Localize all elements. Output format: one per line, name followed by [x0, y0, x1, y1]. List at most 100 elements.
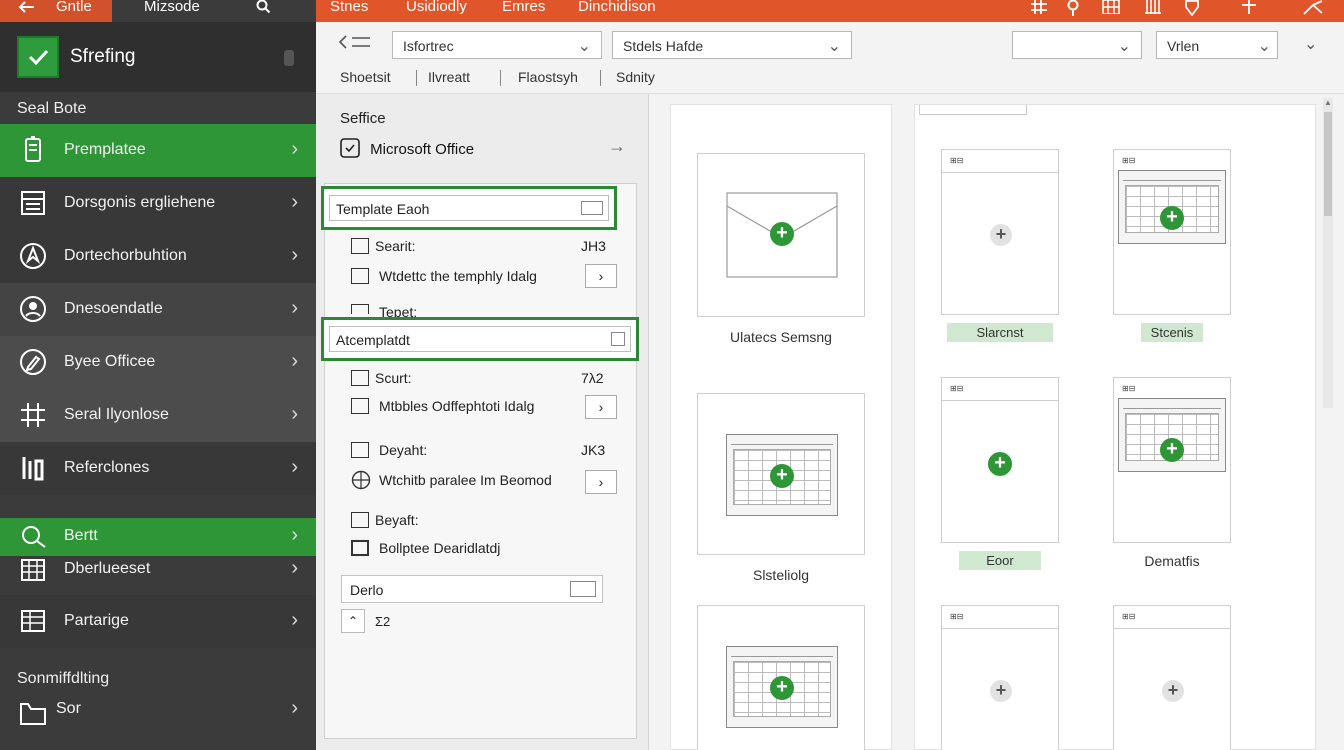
- chevron-down-icon: ⌄: [577, 38, 591, 55]
- chevron-right-icon: ›: [291, 609, 298, 631]
- toolbar-link-1[interactable]: Ilvreatt: [428, 69, 470, 85]
- thumb-tag: ⊞⊟: [950, 612, 964, 621]
- list-back-icon[interactable]: [338, 34, 372, 55]
- folder-icon: [18, 698, 48, 728]
- sidebar-item-1[interactable]: Dorsgonis ergliehene ›: [0, 177, 316, 230]
- check-icon: [17, 36, 59, 78]
- gallery-column-2: ⊞⊟ + Slarcnst ⊞⊟ + Stcenis ⊞⊟ + Eoor ⊞⊟: [914, 104, 1316, 750]
- template-thumb[interactable]: +: [697, 153, 865, 317]
- sidebar-item-7[interactable]: Bertt ›: [0, 518, 316, 556]
- chevron-right-icon: ›: [291, 403, 298, 425]
- grid-icon[interactable]: [1102, 0, 1124, 16]
- edit-circle-icon: [18, 347, 48, 377]
- sort-button[interactable]: ⌃: [341, 609, 365, 633]
- row-label: Searit:: [375, 238, 416, 254]
- style-select[interactable]: Stdels Hafde ⌄: [612, 31, 852, 59]
- add-icon: +: [1160, 438, 1184, 462]
- table-icon: [351, 268, 369, 284]
- hash-icon[interactable]: [1030, 0, 1052, 16]
- office-label: Microsoft Office: [370, 140, 475, 158]
- template-thumb[interactable]: ⊞⊟ +: [941, 605, 1059, 750]
- top-menu-1[interactable]: Usidiodly: [406, 0, 467, 14]
- office-row[interactable]: Microsoft Office: [340, 138, 474, 162]
- top-menu-2[interactable]: Emres: [502, 0, 545, 14]
- search-icon[interactable]: [256, 0, 278, 16]
- toolbar-link-0[interactable]: Shoetsit: [340, 69, 391, 85]
- back-arrow-icon[interactable]: [16, 0, 38, 16]
- template-thumb[interactable]: +: [697, 605, 865, 750]
- share-icon[interactable]: [1302, 0, 1324, 16]
- top-tab-0[interactable]: Gntle: [56, 0, 92, 14]
- template-thumb[interactable]: ⊞⊟ +: [1113, 377, 1231, 543]
- name-input[interactable]: Derlo: [341, 575, 603, 603]
- template-select[interactable]: Isfortrec ⌄: [392, 31, 602, 59]
- template-thumb[interactable]: ⊞⊟ +: [941, 377, 1059, 543]
- face-icon: [18, 294, 48, 324]
- sidebar-item-5[interactable]: Seral Ilyonlose ›: [0, 389, 316, 442]
- template-list: Template Eaoh Searit: JH3 Wtdettc the te…: [321, 183, 639, 739]
- highlighted-field-2[interactable]: Atcemplatdt: [321, 317, 639, 361]
- plus-cross-icon[interactable]: [1240, 0, 1262, 16]
- add-icon: +: [770, 464, 794, 488]
- template-thumb[interactable]: +: [697, 393, 865, 555]
- template-caption: Ulatecs Semsng: [730, 329, 832, 345]
- column-strip: [919, 105, 1027, 115]
- template-search-input[interactable]: Atcemplatdt: [329, 326, 631, 352]
- top-tab-1[interactable]: Mizsode: [144, 0, 200, 14]
- sidebar-header: Sfrefing: [0, 22, 316, 92]
- toolbar-link-2[interactable]: Flaostsyh: [518, 69, 578, 85]
- row-label: Wtchitb paralee Im Beomod: [379, 472, 552, 488]
- sidebar-item-3[interactable]: Dnesoendatle ›: [0, 283, 316, 336]
- template-thumb[interactable]: ⊞⊟ +: [1113, 605, 1231, 750]
- scroll-up-icon[interactable]: ▲: [1324, 98, 1332, 108]
- sidebar-item-6[interactable]: Referclones ›: [0, 442, 316, 495]
- sidebar-item-label: Dorsgonis ergliehene: [64, 194, 216, 211]
- sidebar-item-label: Referclones: [64, 459, 150, 476]
- row-arrow-button[interactable]: ›: [585, 395, 617, 419]
- template-thumb[interactable]: ⊞⊟ +: [1113, 149, 1231, 315]
- template-name-input[interactable]: Template Eaoh: [329, 195, 609, 221]
- sidebar-item-4[interactable]: Byee Officee ›: [0, 336, 316, 389]
- template-panel: Seffice Microsoft Office → Template Eaoh…: [316, 94, 649, 750]
- row-arrow-button[interactable]: ›: [585, 470, 617, 494]
- pin-icon[interactable]: [1064, 0, 1086, 16]
- shield-icon[interactable]: [1184, 0, 1206, 17]
- doc-icon: [351, 512, 369, 528]
- table-icon: [18, 556, 48, 586]
- row-arrow-button[interactable]: ›: [585, 264, 617, 288]
- sidebar-item-2[interactable]: Dortechorbuhtion ›: [0, 230, 316, 283]
- tab-icon: [351, 304, 369, 314]
- add-icon: +: [990, 224, 1012, 246]
- sidebar-item-0[interactable]: Premplatee ›: [0, 124, 316, 177]
- row-label: Scurt:: [375, 370, 412, 386]
- sidebar-item-9[interactable]: Partarige ›: [0, 595, 316, 648]
- collapse-chevron-icon[interactable]: ⌄: [1304, 34, 1317, 54]
- sidebar-bottom-item-0[interactable]: Sor ›: [0, 692, 316, 732]
- sheet-header: [731, 437, 833, 445]
- vertical-scrollbar[interactable]: ▲: [1323, 98, 1333, 408]
- thumb-divider: [942, 628, 1058, 629]
- filter-select[interactable]: ⌄: [1012, 31, 1142, 59]
- chevron-right-icon: ›: [291, 297, 298, 319]
- top-menu-0[interactable]: Stnes: [330, 0, 368, 14]
- columns-icon[interactable]: [1144, 0, 1166, 16]
- scrollbar-thumb[interactable]: [1324, 112, 1332, 216]
- chevron-down-icon: ⌄: [1117, 38, 1131, 55]
- app-title: Sfrefing: [70, 46, 136, 67]
- toolbar-link-3[interactable]: Sdnity: [616, 69, 655, 85]
- sidebar-item-8[interactable]: Dberlueeset ›: [0, 552, 316, 592]
- sidebar-item-label: Seral Ilyonlose: [64, 406, 169, 423]
- top-menu-3[interactable]: Dinchidison: [578, 0, 656, 14]
- view-select[interactable]: Vrlen ⌄: [1156, 31, 1278, 59]
- sidebar-item-label: Byee Officee: [64, 353, 156, 370]
- section-label-1: Seal Bote: [17, 100, 87, 117]
- toolbar-separator: [416, 70, 417, 86]
- row-value: 7λ2: [581, 370, 604, 386]
- add-icon: +: [770, 222, 794, 246]
- add-icon: +: [770, 676, 794, 700]
- sidebar-toggle[interactable]: [284, 50, 294, 66]
- template-thumb[interactable]: ⊞⊟ +: [941, 149, 1059, 315]
- chevron-right-icon: ›: [291, 191, 298, 213]
- arrow-right-icon[interactable]: →: [608, 136, 626, 157]
- highlighted-field-1[interactable]: Template Eaoh: [321, 186, 617, 230]
